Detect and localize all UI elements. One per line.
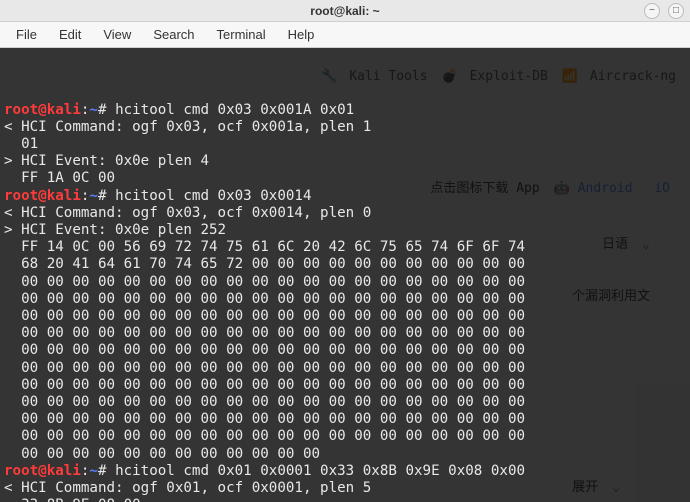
prompt-hash: # — [98, 188, 115, 204]
terminal-output-line: 00 00 00 00 00 00 00 00 00 00 00 00 00 0… — [4, 360, 686, 377]
menu-file[interactable]: File — [6, 24, 47, 45]
prompt-userhost: root@kali — [4, 188, 81, 204]
terminal-line: root@kali:~# hcitool cmd 0x03 0x001A 0x0… — [4, 102, 686, 119]
terminal-output-line: 68 20 41 64 61 70 74 65 72 00 00 00 00 0… — [4, 256, 686, 273]
terminal-line: root@kali:~# hcitool cmd 0x01 0x0001 0x3… — [4, 463, 686, 480]
menu-search[interactable]: Search — [143, 24, 204, 45]
terminal-output-line: 00 00 00 00 00 00 00 00 00 00 00 00 00 0… — [4, 308, 686, 325]
terminal-output-line: > HCI Event: 0x0e plen 252 — [4, 222, 686, 239]
bg-tool-aircrack: 📶 Aircrack-ng — [562, 68, 676, 85]
terminal-output-line: 00 00 00 00 00 00 00 00 00 00 00 00 00 0… — [4, 325, 686, 342]
menu-terminal[interactable]: Terminal — [207, 24, 276, 45]
maximize-button[interactable]: □ — [668, 3, 684, 19]
prompt-hash: # — [98, 102, 115, 118]
prompt-path: ~ — [89, 102, 98, 118]
terminal-output-line: 01 — [4, 136, 686, 153]
terminal-output-line: < HCI Command: ogf 0x03, ocf 0x0014, ple… — [4, 205, 686, 222]
prompt-hash: # — [98, 463, 115, 479]
window-controls: − □ — [644, 3, 684, 19]
bg-tool-exploitdb: 💣 Exploit-DB — [442, 68, 548, 85]
prompt-userhost: root@kali — [4, 102, 81, 118]
prompt-path: ~ — [89, 188, 98, 204]
terminal-output-line: 33 8B 9E 08 00 — [4, 497, 686, 502]
prompt-path: ~ — [89, 463, 98, 479]
command-text: hcitool cmd 0x03 0x0014 — [115, 188, 311, 204]
menubar: File Edit View Search Terminal Help — [0, 22, 690, 48]
terminal-output-line: 00 00 00 00 00 00 00 00 00 00 00 00 00 0… — [4, 291, 686, 308]
minimize-button[interactable]: − — [644, 3, 660, 19]
menu-edit[interactable]: Edit — [49, 24, 91, 45]
command-text: hcitool cmd 0x01 0x0001 0x33 0x8B 0x9E 0… — [115, 463, 525, 479]
terminal-line: root@kali:~# hcitool cmd 0x03 0x0014 — [4, 188, 686, 205]
terminal-output-line: FF 14 0C 00 56 69 72 74 75 61 6C 20 42 6… — [4, 239, 686, 256]
terminal-output-line: < HCI Command: ogf 0x01, ocf 0x0001, ple… — [4, 480, 686, 497]
terminal-output-line: < HCI Command: ogf 0x03, ocf 0x001a, ple… — [4, 119, 686, 136]
terminal-output-line: 00 00 00 00 00 00 00 00 00 00 00 00 00 0… — [4, 274, 686, 291]
menu-view[interactable]: View — [93, 24, 141, 45]
terminal-output: root@kali:~# hcitool cmd 0x03 0x001A 0x0… — [4, 102, 686, 502]
terminal-output-line: 00 00 00 00 00 00 00 00 00 00 00 00 00 0… — [4, 377, 686, 394]
terminal-output-line: 00 00 00 00 00 00 00 00 00 00 00 00 00 0… — [4, 428, 686, 445]
terminal-output-line: 00 00 00 00 00 00 00 00 00 00 00 00 — [4, 446, 686, 463]
window-titlebar: root@kali: ~ − □ — [0, 0, 690, 22]
menu-help[interactable]: Help — [278, 24, 325, 45]
bg-tool-kali: 🔧 Kali Tools — [321, 68, 427, 85]
terminal-output-line: 00 00 00 00 00 00 00 00 00 00 00 00 00 0… — [4, 411, 686, 428]
command-text: hcitool cmd 0x03 0x001A 0x01 — [115, 102, 354, 118]
terminal-pane[interactable]: 🔧 Kali Tools 💣 Exploit-DB 📶 Aircrack-ng … — [0, 48, 690, 502]
window-title: root@kali: ~ — [310, 4, 379, 18]
terminal-output-line: FF 1A 0C 00 — [4, 170, 686, 187]
terminal-output-line: 00 00 00 00 00 00 00 00 00 00 00 00 00 0… — [4, 394, 686, 411]
terminal-output-line: > HCI Event: 0x0e plen 4 — [4, 153, 686, 170]
prompt-userhost: root@kali — [4, 463, 81, 479]
terminal-output-line: 00 00 00 00 00 00 00 00 00 00 00 00 00 0… — [4, 342, 686, 359]
